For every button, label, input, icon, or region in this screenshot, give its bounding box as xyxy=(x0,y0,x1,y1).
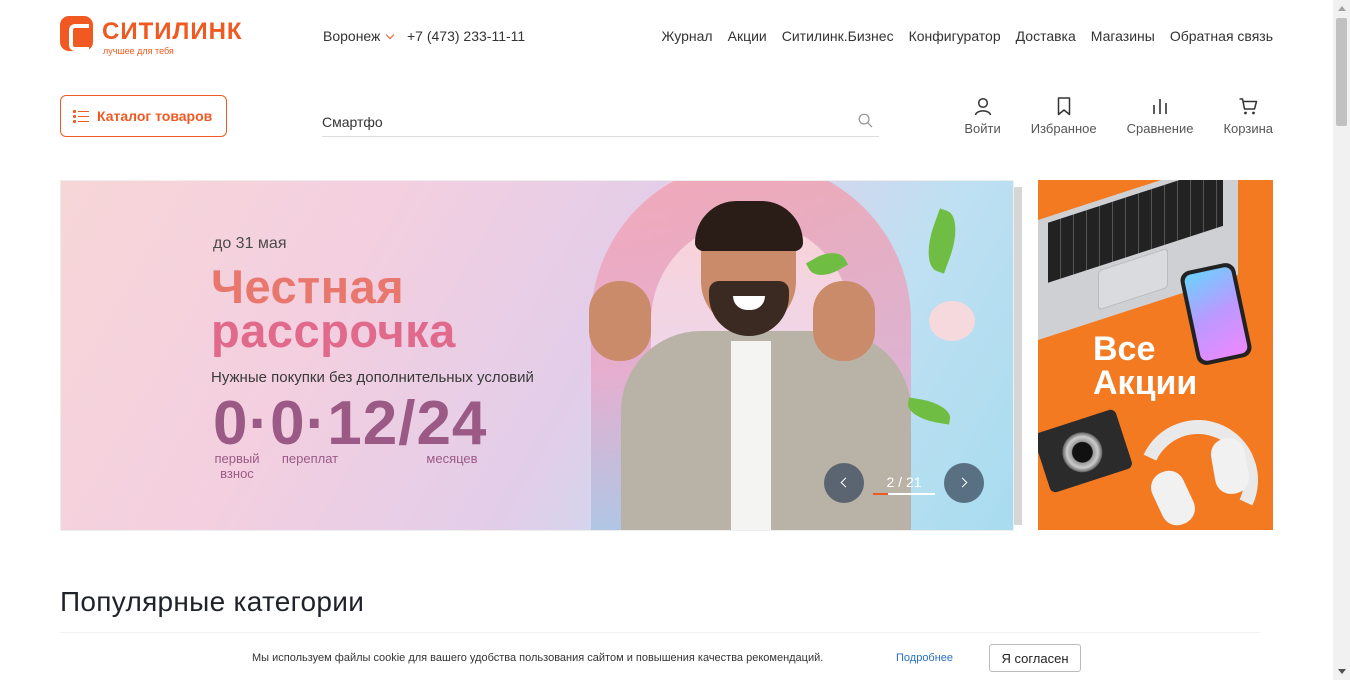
logo-name: СИТИЛИНК xyxy=(102,18,243,45)
compare-label: Сравнение xyxy=(1126,121,1194,136)
city-label: Воронеж xyxy=(323,28,381,44)
phone-number[interactable]: +7 (473) 233-11-11 xyxy=(407,28,525,44)
login-label: Войти xyxy=(964,121,1001,136)
promo-text-line2: Акции xyxy=(1093,364,1198,402)
nav-link-journal[interactable]: Журнал xyxy=(662,28,713,44)
person-hand-left xyxy=(589,281,651,361)
scroll-down-icon[interactable] xyxy=(1338,669,1346,674)
promo-text-line1: Все xyxy=(1093,330,1156,368)
logo-mark-icon xyxy=(60,16,93,51)
petal-decoration xyxy=(929,301,975,341)
user-icon xyxy=(974,97,991,116)
label-months: месяцев xyxy=(426,451,478,466)
search-input[interactable] xyxy=(322,108,842,136)
leaf-decoration xyxy=(905,397,953,425)
nav-link-configurator[interactable]: Конфигуратор xyxy=(909,28,1001,44)
slider-prev-button[interactable] xyxy=(824,463,864,503)
nav-link-delivery[interactable]: Доставка xyxy=(1016,28,1076,44)
banner-title-line2: рассрочка xyxy=(211,304,456,357)
person-shirt xyxy=(731,341,771,530)
all-promotions-banner[interactable]: Все Акции xyxy=(1038,180,1273,530)
nav-link-promotions[interactable]: Акции xyxy=(728,28,767,44)
nav-link-stores[interactable]: Магазины xyxy=(1091,28,1155,44)
cookie-more-link[interactable]: Подробнее xyxy=(896,652,953,664)
nav-link-feedback[interactable]: Обратная связь xyxy=(1170,28,1273,44)
catalog-button-label: Каталог товаров xyxy=(97,108,213,124)
cart-label: Корзина xyxy=(1223,121,1273,136)
section-divider xyxy=(60,632,1260,633)
top-bar: СИТИЛИНК лучшее для тебя Воронеж +7 (473… xyxy=(60,14,1273,58)
search-bar xyxy=(322,108,879,137)
promo-banner[interactable]: до 31 мая Честная рассрочка Нужные покуп… xyxy=(60,180,1014,531)
next-slide-peek xyxy=(1014,187,1022,525)
slider-next-button[interactable] xyxy=(944,463,984,503)
chevron-down-icon xyxy=(386,30,395,40)
scroll-thumb[interactable] xyxy=(1336,18,1347,126)
compare-icon xyxy=(1153,99,1167,114)
cookie-text: Мы используем файлы cookie для вашего уд… xyxy=(252,652,824,664)
compare-button[interactable]: Сравнение xyxy=(1126,96,1194,136)
label-first-payment: первый взнос xyxy=(214,451,260,481)
banner-title: Честная рассрочка xyxy=(211,260,456,357)
promo-text: Все Акции xyxy=(1093,332,1197,400)
city-selector[interactable]: Воронеж xyxy=(323,28,395,44)
leaf-decoration xyxy=(919,208,965,274)
favorites-button[interactable]: Избранное xyxy=(1031,96,1097,136)
cart-button[interactable]: Корзина xyxy=(1223,96,1273,136)
nav-link-business[interactable]: Ситилинк.Бизнес xyxy=(782,28,894,44)
label-overpay: переплат xyxy=(281,451,339,466)
banner-numbers: 0·0·12/24 xyxy=(213,389,488,458)
site-logo[interactable]: СИТИЛИНК лучшее для тебя xyxy=(60,16,260,56)
banner-date: до 31 мая xyxy=(213,235,287,252)
camera-image xyxy=(1038,408,1134,494)
list-icon xyxy=(73,109,89,123)
banner-title-line1: Честная xyxy=(211,260,405,313)
section-title: Популярные категории xyxy=(60,586,365,617)
bookmark-icon xyxy=(1057,97,1070,116)
logo-tagline: лучшее для тебя xyxy=(103,46,174,56)
banner-subtitle: Нужные покупки без дополнительных услови… xyxy=(211,369,534,386)
page-scrollbar[interactable] xyxy=(1333,0,1350,680)
search-icon[interactable] xyxy=(858,113,873,128)
slider-progress xyxy=(873,493,935,495)
catalog-button[interactable]: Каталог товаров xyxy=(60,95,227,137)
cookie-accept-button[interactable]: Я согласен xyxy=(989,644,1081,672)
scroll-up-icon[interactable] xyxy=(1338,6,1346,11)
login-button[interactable]: Войти xyxy=(964,96,1001,136)
slider-counter: 2 / 21 xyxy=(886,474,922,490)
cookie-banner: Мы используем файлы cookie для вашего уд… xyxy=(0,638,1333,680)
header-actions: Войти Избранное Сравнение Корзина xyxy=(964,96,1273,136)
slider-progress-fill xyxy=(873,493,889,495)
cart-icon xyxy=(1239,98,1258,115)
favorites-label: Избранное xyxy=(1030,121,1097,136)
person-hand-right xyxy=(813,281,875,361)
top-nav: Журнал Акции Ситилинк.Бизнес Конфигурато… xyxy=(662,28,1273,44)
headphones-image xyxy=(1121,403,1273,530)
